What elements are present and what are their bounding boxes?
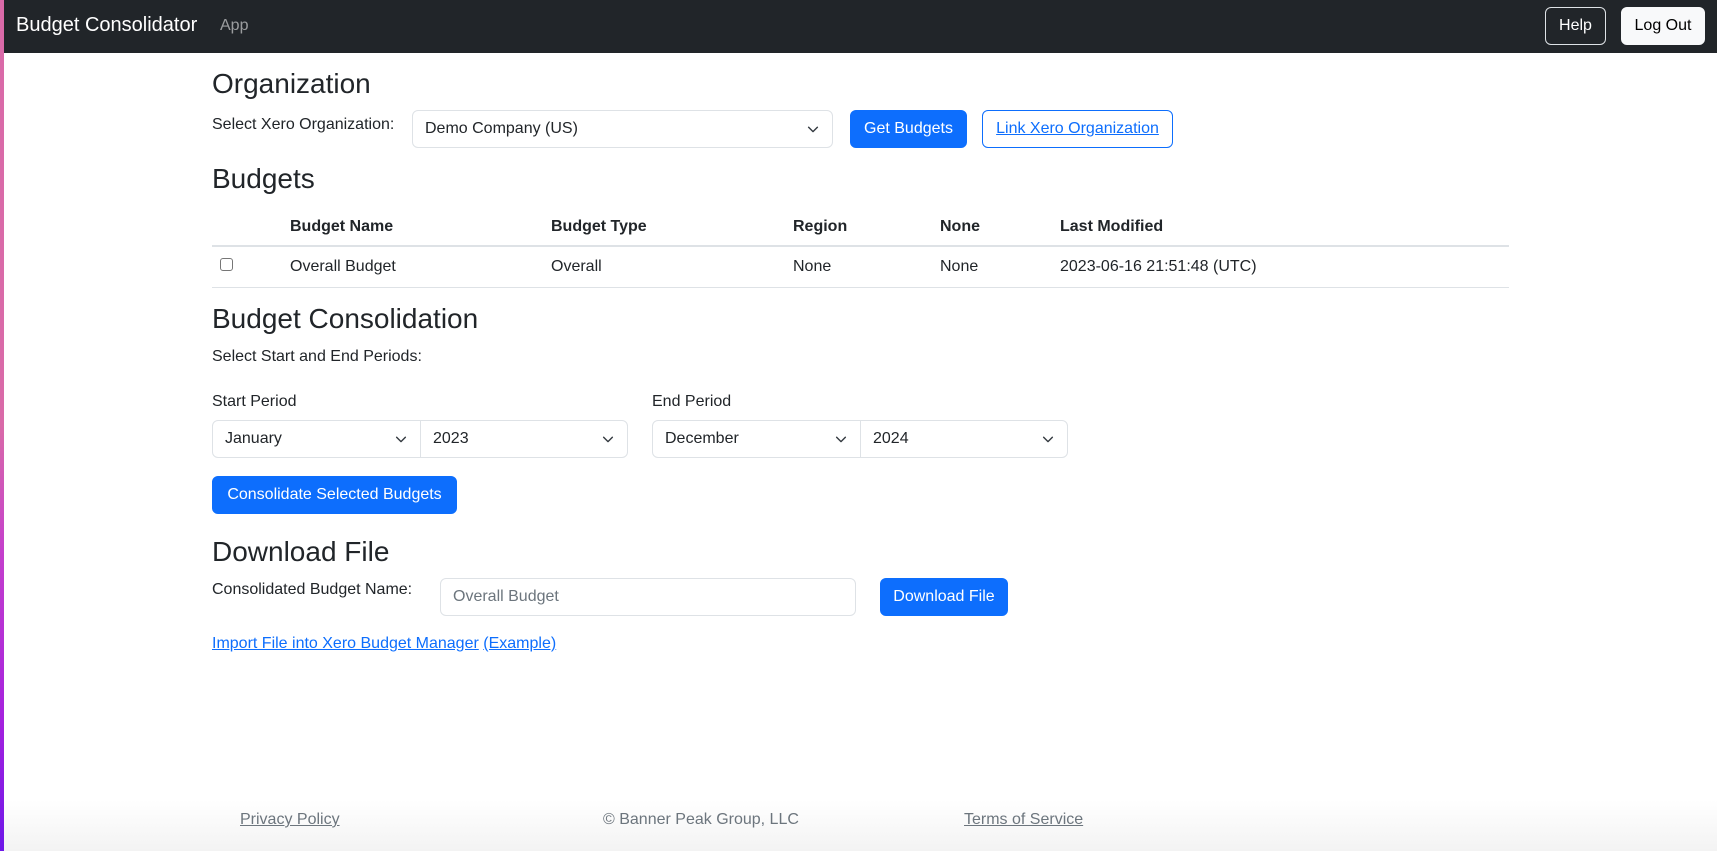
budget-type-cell: Overall [543, 246, 785, 288]
brand-logo[interactable]: Budget Consolidator [16, 14, 197, 37]
end-period-label: End Period [652, 393, 732, 410]
budget-name-label: Consolidated Budget Name: [212, 581, 413, 598]
example-link[interactable]: (Example) [483, 635, 556, 652]
table-header-row: Budget Name Budget Type Region None Last… [212, 208, 1509, 247]
end-month-value: December [665, 430, 739, 447]
chevron-down-icon [1042, 436, 1054, 443]
consolidate-budgets-button[interactable]: Consolidate Selected Budgets [212, 476, 457, 514]
organization-select-value: Demo Company (US) [425, 120, 578, 137]
terms-of-service-link-wrap: Terms of Service [964, 811, 1083, 829]
download-file-button[interactable]: Download File [880, 578, 1008, 616]
table-row: Overall Budget Overall None None 2023-06… [212, 246, 1509, 288]
budgets-heading: Budgets [212, 163, 315, 194]
period-instructions: Select Start and End Periods: [212, 348, 422, 365]
privacy-policy-link[interactable]: Privacy Policy [240, 811, 340, 828]
organization-select[interactable]: Demo Company (US) [412, 110, 833, 148]
select-org-label: Select Xero Organization: [212, 116, 395, 133]
start-year-select[interactable]: 2023 [420, 420, 628, 458]
chevron-down-icon [602, 436, 614, 443]
link-xero-organization-button[interactable]: Link Xero Organization [982, 110, 1173, 148]
start-month-value: January [225, 430, 282, 447]
start-year-value: 2023 [433, 430, 469, 447]
help-button[interactable]: Help [1545, 7, 1606, 45]
column-header-select [212, 208, 282, 247]
download-heading: Download File [212, 536, 390, 567]
top-navbar: Budget Consolidator App Help Log Out [4, 0, 1717, 53]
region-cell: None [785, 246, 932, 288]
get-budgets-button[interactable]: Get Budgets [850, 110, 967, 148]
last-modified-cell: 2023-06-16 21:51:48 (UTC) [1052, 246, 1509, 288]
end-year-select[interactable]: 2024 [860, 420, 1068, 458]
privacy-policy-link-wrap: Privacy Policy [240, 811, 340, 829]
chevron-down-icon [807, 126, 819, 133]
import-links: Import File into Xero Budget Manager (Ex… [212, 635, 556, 653]
start-period-label: Start Period [212, 393, 297, 410]
end-month-select[interactable]: December [652, 420, 861, 458]
none-cell: None [932, 246, 1052, 288]
consolidated-budget-name-input[interactable] [440, 578, 856, 616]
column-header-budget-name: Budget Name [282, 208, 543, 247]
column-header-none: None [932, 208, 1052, 247]
budget-checkbox[interactable] [220, 257, 233, 271]
budget-name-cell: Overall Budget [282, 246, 543, 288]
import-xero-budget-manager-link[interactable]: Import File into Xero Budget Manager [212, 635, 479, 652]
column-header-last-modified: Last Modified [1052, 208, 1509, 247]
chevron-down-icon [395, 436, 407, 443]
column-header-budget-type: Budget Type [543, 208, 785, 247]
column-header-region: Region [785, 208, 932, 247]
budgets-table: Budget Name Budget Type Region None Last… [212, 208, 1509, 288]
logout-button[interactable]: Log Out [1621, 7, 1705, 45]
copyright-text: © Banner Peak Group, LLC [603, 811, 799, 828]
consolidation-heading: Budget Consolidation [212, 303, 479, 334]
organization-heading: Organization [212, 68, 371, 99]
terms-of-service-link[interactable]: Terms of Service [964, 811, 1083, 828]
window-edge-gradient [0, 0, 4, 851]
end-year-value: 2024 [873, 430, 909, 447]
row-select-cell [212, 246, 282, 288]
nav-item-app[interactable]: App [220, 17, 248, 35]
chevron-down-icon [835, 436, 847, 443]
start-month-select[interactable]: January [212, 420, 421, 458]
